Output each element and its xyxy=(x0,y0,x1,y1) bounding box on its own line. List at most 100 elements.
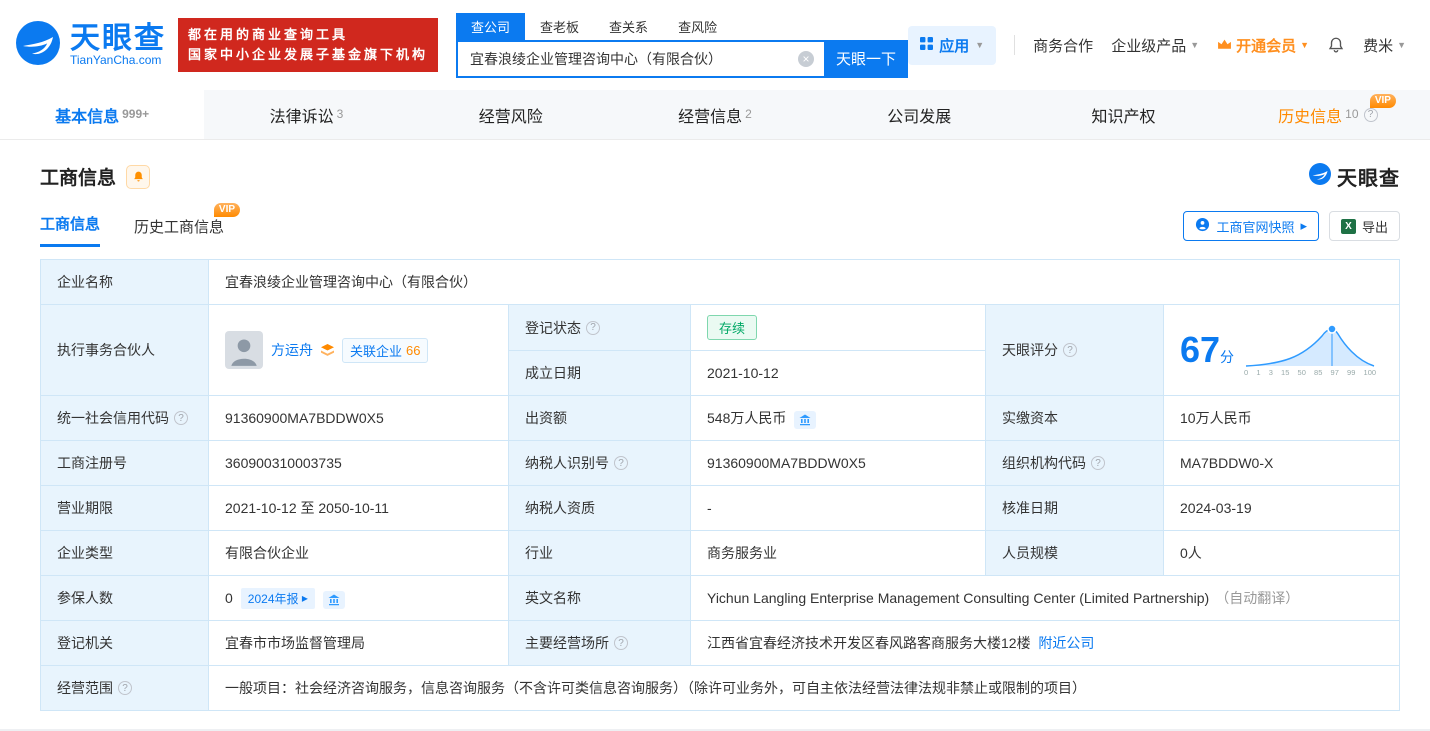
tab-badge: 3 xyxy=(336,106,344,121)
business-scope-label: 经营范围 xyxy=(57,680,113,696)
insured-label: 参保人数 xyxy=(40,575,209,621)
approval-date-value: 2024-03-19 xyxy=(1163,485,1400,531)
insured-value: 0 xyxy=(225,589,233,606)
tianyan-score[interactable]: 67分 0 1 3 15 50 85 97 99 100 xyxy=(1180,322,1383,379)
slogan-badge: 都在用的商业查询工具 国家中小企业发展子基金旗下机构 xyxy=(178,17,439,73)
staff-size-value: 0人 xyxy=(1163,530,1400,576)
subtab-history-registration[interactable]: VIP 历史工商信息 xyxy=(134,203,241,247)
business-term-label: 营业期限 xyxy=(40,485,209,531)
business-scope-value: 一般项目：社会经济咨询服务，信息咨询服务（不含许可类信息咨询服务）（除许可业务外… xyxy=(208,665,1400,711)
table-row: 营业期限 2021-10-12 至 2050-10-11 纳税人资质 - 核准日… xyxy=(40,485,1400,531)
subscribe-bell-icon[interactable] xyxy=(126,164,151,189)
establish-date-value: 2021-10-12 xyxy=(690,350,986,396)
search-tab-risk[interactable]: 查风险 xyxy=(663,13,732,40)
search-input[interactable] xyxy=(456,39,825,78)
company-nav-tabs: 基本信息 999+ 法律诉讼 3 经营风险 经营信息 2 公司发展 知识产权 V… xyxy=(0,90,1430,140)
reg-number-label: 工商注册号 xyxy=(40,440,209,486)
company-type-label: 企业类型 xyxy=(40,530,209,576)
taxpayer-quality-value: - xyxy=(690,485,986,531)
slogan-line1: 都在用的商业查询工具 xyxy=(188,26,349,42)
tab-basic-info[interactable]: 基本信息 999+ xyxy=(0,90,205,139)
address-value: 江西省宜春经济技术开发区春风路客商服务大楼12楼 xyxy=(707,635,1031,651)
nearby-companies-link[interactable]: 附近公司 xyxy=(1038,635,1094,651)
header-menu: 应用 ▼ 商务合作 企业级产品 ▼ 开通会员 ▼ 费米 ▼ xyxy=(908,25,1406,65)
search-tab-company[interactable]: 查公司 xyxy=(456,12,526,40)
menu-cooperation[interactable]: 商务合作 xyxy=(1033,35,1093,56)
tianyancha-logo[interactable]: 天眼查 TianYanCha.com xyxy=(14,19,166,72)
status-badge: 存续 xyxy=(707,315,758,340)
industry-label: 行业 xyxy=(508,530,691,576)
address-label: 主要经营场所 xyxy=(525,635,609,651)
chevron-down-icon: ▼ xyxy=(1190,40,1200,50)
company-name-value: 宜春浪绫企业管理咨询中心（有限合伙） xyxy=(208,259,1400,305)
clear-search-icon[interactable]: × xyxy=(798,50,815,67)
reg-authority-label: 登记机关 xyxy=(40,620,209,666)
capital-value: 548万人民币 xyxy=(707,409,787,426)
menu-open-vip[interactable]: 开通会员 ▼ xyxy=(1217,35,1309,56)
insured-bank-icon[interactable] xyxy=(322,590,345,609)
tab-legal-proceedings[interactable]: 法律诉讼 3 xyxy=(204,90,408,139)
notification-bell-icon[interactable] xyxy=(1327,36,1345,54)
industry-value: 商务服务业 xyxy=(690,530,986,576)
chevron-down-icon: ▼ xyxy=(1300,40,1310,50)
search-area: 查公司 查老板 查关系 查风险 × 天眼一下 xyxy=(456,12,909,78)
logo-text-cn: 天眼查 xyxy=(70,21,166,55)
score-label: 天眼评分 xyxy=(1002,342,1058,358)
export-button[interactable]: X 导出 xyxy=(1328,211,1400,241)
help-icon[interactable]: ? xyxy=(614,636,628,650)
official-snapshot-button[interactable]: 工商官网快照 ▸ xyxy=(1183,211,1319,241)
search-button[interactable]: 天眼一下 xyxy=(824,39,909,78)
tab-company-development[interactable]: 公司发展 xyxy=(817,90,1021,139)
business-term-value: 2021-10-12 至 2050-10-11 xyxy=(208,485,509,531)
section-title: 工商信息 xyxy=(40,168,117,189)
staff-size-label: 人员规模 xyxy=(985,530,1164,576)
help-icon[interactable]: ? xyxy=(1363,107,1378,122)
tab-history-info[interactable]: VIP 历史信息 10 ? xyxy=(1226,90,1430,139)
table-row: 统一社会信用代码 ? 91360900MA7BDDW0X5 出资额 548万人民… xyxy=(40,395,1400,441)
help-icon[interactable]: ? xyxy=(118,681,132,695)
table-row: 执行事务合伙人 方运舟 关联企业 66 登记状态 ? 存续 天眼评分 ? 67分… xyxy=(40,304,1400,396)
reg-authority-value: 宜春市市场监督管理局 xyxy=(208,620,509,666)
capital-bank-icon[interactable] xyxy=(794,410,817,429)
tab-business-info[interactable]: 经营信息 2 xyxy=(613,90,817,139)
related-companies-link[interactable]: 关联企业 66 xyxy=(342,337,429,363)
arrow-right-icon: ▸ xyxy=(301,591,308,605)
vip-tag: VIP xyxy=(1369,94,1396,108)
score-curve-chart xyxy=(1246,324,1375,367)
partner-label: 执行事务合伙人 xyxy=(40,304,209,396)
help-icon[interactable]: ? xyxy=(1063,343,1077,357)
divider xyxy=(1014,35,1016,55)
annual-report-badge[interactable]: 2024年报 ▸ xyxy=(240,587,315,609)
help-icon[interactable]: ? xyxy=(174,411,188,425)
tab-business-risk[interactable]: 经营风险 xyxy=(409,90,613,139)
user-menu[interactable]: 费米 ▼ xyxy=(1363,35,1406,56)
apps-menu[interactable]: 应用 ▼ xyxy=(908,25,997,65)
score-value: 67 xyxy=(1180,329,1221,370)
table-row: 登记机关 宜春市市场监督管理局 主要经营场所 ? 江西省宜春经济技术开发区春风路… xyxy=(40,620,1400,666)
reg-number-value: 360900310003735 xyxy=(208,440,509,486)
slogan-line2: 国家中小企业发展子基金旗下机构 xyxy=(188,47,429,62)
score-axis-ticks: 0 1 3 15 50 85 97 99 100 xyxy=(1244,367,1377,377)
brand-text: 天眼查 xyxy=(1337,168,1400,190)
search-tabs: 查公司 查老板 查关系 查风险 xyxy=(456,12,908,40)
partner-name-link[interactable]: 方运舟 xyxy=(271,340,313,360)
subtab-business-registration[interactable]: 工商信息 xyxy=(40,213,101,247)
tab-intellectual-property[interactable]: 知识产权 xyxy=(1021,90,1225,139)
search-tab-relation[interactable]: 查关系 xyxy=(594,13,663,40)
help-icon[interactable]: ? xyxy=(586,320,600,335)
apps-label: 应用 xyxy=(939,37,970,55)
paid-capital-value: 10万人民币 xyxy=(1163,395,1400,441)
top-header: 天眼查 TianYanCha.com 都在用的商业查询工具 国家中小企业发展子基… xyxy=(0,0,1430,90)
company-type-value: 有限合伙企业 xyxy=(208,530,509,576)
menu-enterprise-products[interactable]: 企业级产品 ▼ xyxy=(1111,35,1199,56)
table-row: 参保人数 0 2024年报 ▸ 英文名称 Yichun Langling Ente… xyxy=(40,575,1400,621)
logo-text-en: TianYanCha.com xyxy=(70,53,162,68)
taxpayer-id-label: 纳税人识别号 xyxy=(525,455,609,471)
help-icon[interactable]: ? xyxy=(1091,456,1105,470)
search-tab-boss[interactable]: 查老板 xyxy=(525,13,594,40)
table-row: 工商注册号 360900310003735 纳税人识别号 ? 91360900M… xyxy=(40,440,1400,486)
help-icon[interactable]: ? xyxy=(614,456,628,470)
partner-avatar[interactable] xyxy=(225,331,263,369)
tianyancha-logo-icon xyxy=(14,19,62,72)
org-code-label: 组织机构代码 xyxy=(1002,455,1086,471)
